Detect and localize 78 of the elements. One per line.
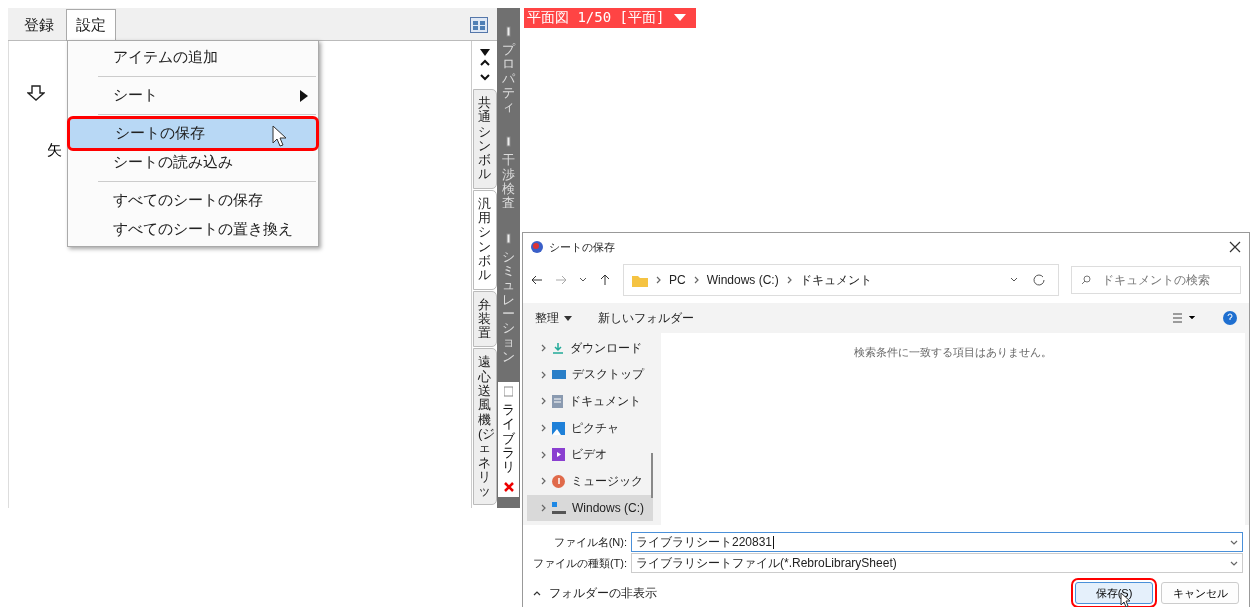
expand-icon[interactable] — [541, 424, 546, 433]
side-tab[interactable]: シミュレーション — [498, 228, 519, 369]
up-icon[interactable] — [599, 274, 611, 286]
dialog-button[interactable]: キャンセル — [1161, 582, 1239, 604]
expand-icon[interactable] — [541, 344, 546, 353]
folder-item[interactable]: ドキュメント — [527, 388, 653, 415]
expand-icon[interactable] — [541, 450, 546, 459]
search-field[interactable]: ドキュメントの検索 — [1071, 266, 1241, 294]
new-folder-button[interactable]: 新しいフォルダー — [598, 309, 694, 327]
download-icon — [552, 342, 564, 355]
document-icon — [552, 395, 563, 408]
scroll-arrows-icon[interactable] — [478, 57, 491, 83]
video-icon — [552, 448, 565, 462]
chevron-down-icon[interactable] — [1010, 277, 1018, 283]
folder-item[interactable]: ダウンロード — [527, 335, 653, 362]
side-tab[interactable]: 共通シンボル — [472, 89, 497, 189]
folder-icon — [632, 273, 648, 287]
menu-item[interactable]: シート — [68, 81, 318, 110]
expand-icon[interactable] — [541, 477, 546, 486]
side-tab[interactable]: 汎用シンボル — [472, 189, 497, 290]
breadcrumb[interactable]: Windows (C:) — [706, 273, 779, 287]
grid-icon[interactable] — [470, 17, 488, 33]
breadcrumb[interactable]: ドキュメント — [799, 271, 872, 289]
caret-icon — [674, 14, 687, 22]
desktop-icon — [552, 369, 566, 381]
caret-icon — [564, 315, 572, 321]
expand-icon[interactable] — [541, 397, 546, 406]
side-tab[interactable]: 遠心送風機(ジェネリッ — [472, 348, 497, 506]
side-tab[interactable]: プロパティ — [498, 22, 519, 119]
field-label: ファイルの種類(T): — [531, 555, 628, 571]
chevron-icon[interactable] — [693, 276, 699, 284]
folder-item[interactable]: ピクチャ — [527, 414, 653, 442]
panel-tab[interactable]: 設定 — [66, 9, 116, 41]
empty-message: 検索条件に一致する項目はありません。 — [854, 345, 1052, 360]
menu-item[interactable]: シートの読み込み — [68, 148, 318, 177]
chevron-down-icon[interactable] — [579, 277, 587, 283]
side-tab[interactable]: 干渉検査 — [498, 132, 519, 215]
chevron-icon[interactable] — [1230, 560, 1238, 566]
breadcrumb[interactable]: PC — [669, 273, 686, 287]
chevron-icon[interactable] — [786, 276, 792, 284]
dialog-title: シートの保存 — [549, 239, 616, 255]
view-options-icon[interactable] — [1173, 313, 1197, 323]
folder-item[interactable]: ビデオ — [527, 441, 653, 468]
expand-icon[interactable] — [541, 503, 546, 512]
organize-menu[interactable]: 整理 — [535, 309, 572, 327]
item-label: 矢 — [47, 141, 62, 160]
field-label: ファイル名(N): — [552, 534, 628, 550]
tab-icon — [504, 136, 513, 148]
tab-icon — [504, 386, 513, 398]
file-name-field[interactable]: ライブラリシート220831 — [631, 532, 1243, 552]
tab-icon — [504, 26, 513, 37]
hide-folders-toggle[interactable]: フォルダーの非表示 — [549, 584, 1067, 602]
folder-item[interactable]: デスクトップ — [527, 361, 653, 389]
folder-item[interactable]: ミュージック — [527, 467, 653, 495]
back-icon[interactable] — [531, 274, 543, 286]
chevron-icon[interactable] — [533, 590, 541, 596]
menu-item[interactable]: すべてのシートの保存 — [68, 186, 318, 215]
cursor-icon — [272, 125, 288, 147]
file-type-select[interactable]: ライブラリシートファイル(*.RebroLibrarySheet) — [631, 553, 1243, 573]
down-arrow-icon — [27, 85, 45, 101]
expand-icon[interactable] — [541, 370, 546, 379]
menu-item[interactable]: すべてのシートの置き換え — [68, 215, 318, 244]
side-tab[interactable]: ライブラリ — [498, 382, 519, 497]
panel-tab[interactable]: 登録 — [14, 9, 64, 41]
drive-icon — [552, 501, 566, 514]
side-tab[interactable]: 弁装置 — [472, 290, 497, 348]
close-icon[interactable] — [1229, 241, 1241, 253]
folder-item[interactable]: Windows (C:) — [527, 494, 653, 522]
dropdown-arrow-icon[interactable] — [479, 49, 490, 57]
chevron-icon[interactable] — [1230, 539, 1238, 545]
tab-icon — [504, 232, 513, 244]
menu-item[interactable]: アイテムの追加 — [68, 43, 318, 72]
help-icon[interactable] — [1223, 311, 1237, 325]
address-bar[interactable]: PC Windows (C:) ドキュメント — [623, 264, 1059, 296]
chevron-icon[interactable] — [656, 276, 661, 284]
image-icon — [552, 421, 565, 435]
menu-item[interactable]: シートの保存 — [70, 119, 316, 148]
app-icon — [531, 241, 543, 253]
